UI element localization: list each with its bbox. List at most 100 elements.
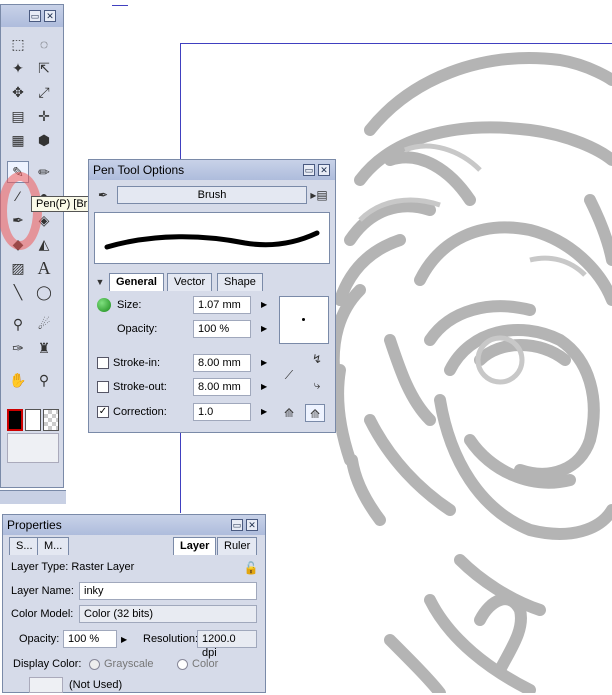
collapse-triangle-icon[interactable]: ▼: [93, 273, 107, 291]
size-row: Size:: [97, 296, 141, 314]
stroke-out-icon[interactable]: ⤷: [307, 376, 327, 394]
stroke-out-row: Stroke-out:: [97, 378, 167, 396]
sub-color-swatch[interactable]: [25, 409, 41, 431]
gradient-icon[interactable]: ▨: [7, 257, 29, 279]
stroke-in-icon[interactable]: ⟋: [279, 366, 299, 384]
opacity-label: Opacity:: [117, 323, 158, 335]
3d-object-icon[interactable]: ⬢: [33, 129, 55, 151]
color-radio[interactable]: Color: [177, 654, 218, 674]
close-icon[interactable]: ✕: [44, 10, 56, 22]
stamp-icon[interactable]: ♜: [33, 337, 55, 359]
color-model-label: Color Model:: [11, 608, 74, 620]
hand-icon[interactable]: ✋: [7, 369, 29, 391]
brush-stroke-preview: [94, 212, 330, 264]
opacity-label: Opacity:: [19, 633, 60, 645]
transparent-color-swatch[interactable]: [43, 409, 59, 431]
display-color-label: Display Color:: [13, 658, 82, 670]
panel-collapse-handle[interactable]: [0, 490, 66, 504]
size-label: Size:: [117, 299, 142, 311]
tab-s[interactable]: S...: [9, 537, 40, 555]
grayscale-radio[interactable]: Grayscale: [89, 654, 154, 674]
object-select-icon[interactable]: ⇱: [33, 57, 55, 79]
main-color-swatch[interactable]: [7, 409, 23, 431]
move-icon[interactable]: ✛: [33, 105, 55, 127]
minimize-icon[interactable]: ▭: [29, 10, 41, 22]
pencil-icon[interactable]: ✏: [33, 161, 55, 183]
tab-layer[interactable]: Layer: [173, 537, 217, 555]
opacity-arrow-icon[interactable]: ▶: [261, 324, 267, 333]
toolbox-preview: [7, 433, 59, 463]
eyedropper-icon[interactable]: ⤢: [33, 81, 55, 103]
stroke-out-input[interactable]: 8.00 mm: [193, 378, 251, 396]
size-arrow-icon[interactable]: ▶: [261, 300, 267, 309]
speed-icon[interactable]: ⟰: [279, 404, 299, 422]
color-swatches: [7, 409, 59, 431]
text-tool-icon[interactable]: A: [33, 257, 55, 279]
stroke-out-arrow-icon[interactable]: ▶: [261, 382, 267, 391]
grayscale-radio-icon: [89, 658, 100, 670]
correction-arrow-icon[interactable]: ▶: [261, 407, 267, 416]
lock-icon[interactable]: 🔓: [241, 559, 261, 577]
layer-type: Layer Type: Raster Layer: [11, 561, 135, 573]
line-tool-icon[interactable]: ╲: [7, 281, 29, 303]
close-icon[interactable]: ✕: [246, 519, 258, 531]
layer-name-field[interactable]: inky: [79, 582, 257, 600]
ellipse-tool-icon[interactable]: ◯: [33, 281, 55, 303]
rect-marquee-icon[interactable]: ⬚: [7, 33, 29, 55]
minimize-icon[interactable]: ▭: [231, 519, 243, 531]
correction-checkbox[interactable]: ✓: [97, 406, 109, 418]
not-used-label: (Not Used): [69, 679, 123, 691]
balloon-pen-icon[interactable]: ✑: [7, 337, 29, 359]
magic-wand-icon[interactable]: ✦: [7, 57, 29, 79]
hand-drag-icon[interactable]: ✥: [7, 81, 29, 103]
correct-line-icon[interactable]: ⚲: [7, 313, 29, 335]
stroke-in-input[interactable]: 8.00 mm: [193, 354, 251, 372]
size-dot: [302, 318, 305, 321]
toolbox-title-bar[interactable]: ▭ ✕: [1, 5, 63, 27]
display-color-swatch: [29, 677, 63, 693]
brush-selector[interactable]: Brush: [117, 186, 307, 204]
color-fill-icon[interactable]: ☄: [33, 313, 55, 335]
correction-input[interactable]: 1.0: [193, 403, 251, 421]
properties-panel: Properties ▭ ✕ S... M... Layer Ruler Lay…: [2, 514, 266, 693]
color-radio-icon: [177, 658, 188, 670]
tab-ruler[interactable]: Ruler: [217, 537, 258, 555]
pen-pressure-icon[interactable]: ↯: [307, 350, 327, 368]
pen-tool-options-panel: Pen Tool Options ▭ ✕ ✒ Brush ▸▤ ▼ Genera…: [88, 159, 336, 433]
correction-mode-icon[interactable]: ⟰: [305, 404, 325, 422]
minimize-icon[interactable]: ▭: [303, 164, 315, 176]
size-input[interactable]: 1.07 mm: [193, 296, 251, 314]
stroke-in-label: Stroke-in:: [113, 357, 161, 369]
panel-title: Properties: [7, 518, 62, 532]
frame-icon[interactable]: ▦: [7, 129, 29, 151]
stroke-out-label: Stroke-out:: [113, 381, 167, 393]
size-preview: [279, 296, 329, 344]
lasso-icon[interactable]: ◌: [33, 33, 55, 55]
layer-name-label: Layer Name:: [11, 585, 74, 597]
close-icon[interactable]: ✕: [318, 164, 330, 176]
stroke-in-checkbox[interactable]: [97, 357, 109, 369]
opacity-input[interactable]: 100 %: [193, 320, 251, 338]
brush-menu-icon[interactable]: ▸▤: [309, 186, 329, 204]
panel-title-bar[interactable]: Pen Tool Options ▭ ✕: [89, 160, 335, 180]
pen-nib-icon: ✒: [97, 188, 109, 202]
tab-m[interactable]: M...: [37, 537, 70, 555]
tab-general[interactable]: General: [109, 273, 164, 291]
tab-shape[interactable]: Shape: [217, 273, 263, 291]
size-indicator-icon: [97, 298, 111, 312]
zoom-icon[interactable]: ⚲: [33, 369, 55, 391]
layer-opacity-field[interactable]: 100 %: [63, 630, 117, 648]
stroke-out-checkbox[interactable]: [97, 381, 109, 393]
sketch-artwork: [330, 52, 612, 693]
opacity-row: Opacity:: [117, 320, 157, 338]
panel-title: Pen Tool Options: [93, 163, 185, 177]
color-model-value: Color (32 bits): [79, 605, 257, 623]
ruler-tick: [112, 5, 128, 6]
opacity-arrow-icon[interactable]: ▶: [121, 635, 127, 644]
ruler-tool-icon[interactable]: ▤: [7, 105, 29, 127]
properties-title-bar[interactable]: Properties ▭ ✕: [3, 515, 265, 535]
tab-vector[interactable]: Vector: [167, 273, 213, 291]
correction-label: Correction:: [113, 406, 167, 418]
grayscale-label: Grayscale: [104, 658, 154, 670]
stroke-in-arrow-icon[interactable]: ▶: [261, 358, 267, 367]
